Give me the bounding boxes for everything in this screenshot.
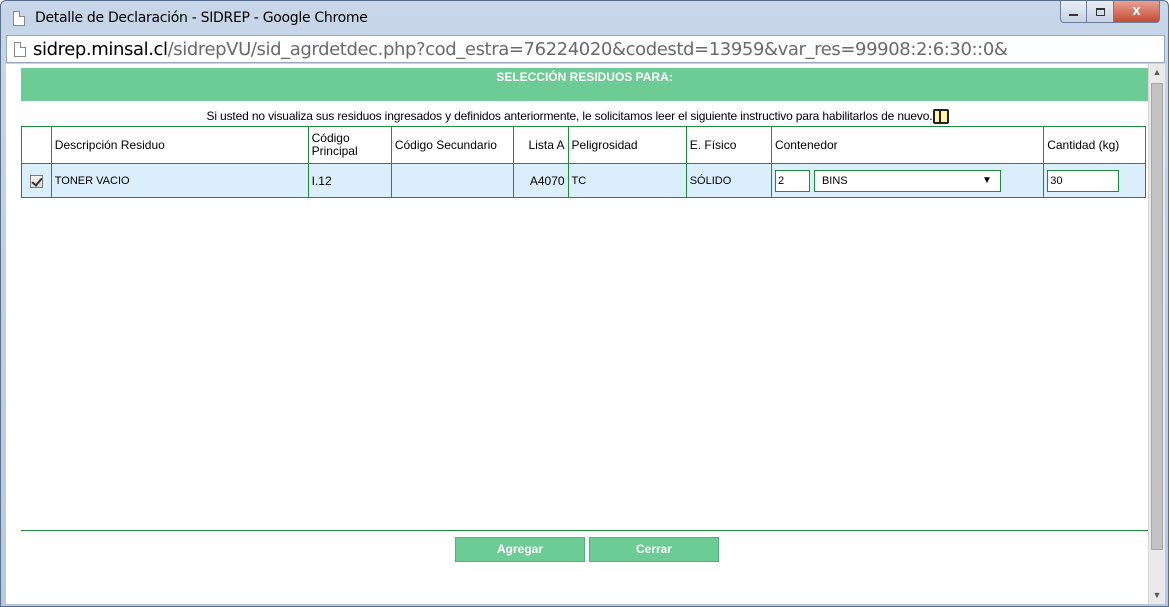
minimize-icon [1069, 13, 1078, 16]
col-estado-fisico: E. Físico [685, 126, 772, 164]
scrollbar-thumb[interactable] [1151, 83, 1163, 550]
vertical-scrollbar[interactable]: ▲ ▼ [1148, 64, 1165, 604]
row-checkbox[interactable] [29, 174, 43, 188]
url-path: /sidrepVU/sid_agrdetdec.php?cod_estra=76… [167, 39, 1008, 60]
cell-contenedor: BINS ▼ [770, 163, 1045, 198]
container-type-select[interactable]: BINS ▼ [813, 169, 1001, 192]
container-count-input[interactable] [774, 169, 810, 192]
dropdown-arrow-icon: ▼ [982, 174, 992, 186]
page-content: SELECCIÓN RESIDUOS PARA: Si usted no vis… [6, 64, 1148, 604]
cell-estado-fisico: SÓLIDO [685, 163, 772, 198]
cerrar-button[interactable]: Cerrar [589, 537, 719, 562]
cell-lista-a: A4070 [513, 163, 569, 198]
maximize-icon [1095, 7, 1105, 16]
table-row: TONER VACIO I.12 A4070 TC SÓLIDO BINS ▼ [21, 163, 1146, 198]
minimize-button[interactable] [1060, 1, 1087, 23]
close-window-button[interactable]: X [1114, 1, 1160, 23]
window-controls: X [1060, 1, 1160, 23]
table-header-row: Descripción Residuo Código Principal Cód… [21, 126, 1146, 164]
col-select [21, 126, 52, 164]
col-cantidad: Cantidad (kg) [1043, 126, 1146, 164]
col-peligrosidad: Peligrosidad [567, 126, 687, 164]
col-descripcion: Descripción Residuo [50, 126, 309, 164]
row-select-cell [21, 163, 52, 198]
cell-peligrosidad: TC [567, 163, 687, 198]
notice-text: Si usted no visualiza sus residuos ingre… [6, 108, 1148, 124]
book-icon[interactable] [933, 108, 950, 124]
url-text[interactable]: sidrep.minsal.cl/sidrepVU/sid_agrdetdec.… [33, 38, 1161, 62]
address-bar[interactable]: sidrep.minsal.cl/sidrepVU/sid_agrdetdec.… [6, 35, 1165, 63]
quantity-kg-input[interactable] [1047, 169, 1120, 192]
col-contenedor: Contenedor [770, 126, 1045, 164]
page-icon [14, 42, 26, 57]
col-lista-a: Lista A [513, 126, 569, 164]
section-header: SELECCIÓN RESIDUOS PARA: [21, 68, 1148, 101]
cell-descripcion: TONER VACIO [50, 163, 309, 198]
col-codigo-principal: Código Principal [307, 126, 392, 164]
cell-codigo-principal: I.12 [307, 163, 392, 198]
footer-actions: Agregar Cerrar [21, 530, 1148, 604]
section-title: SELECCIÓN RESIDUOS PARA: [496, 70, 673, 84]
page-icon [13, 11, 25, 26]
close-icon: X [1132, 5, 1141, 18]
cell-cantidad [1043, 163, 1146, 198]
notice-message: Si usted no visualiza sus residuos ingre… [206, 109, 933, 123]
residuos-table: Descripción Residuo Código Principal Cód… [21, 126, 1146, 198]
scroll-up-arrow-icon[interactable]: ▲ [1149, 64, 1165, 81]
title-bar[interactable]: Detalle de Declaración - SIDREP - Google… [1, 1, 1168, 35]
browser-window: Detalle de Declaración - SIDREP - Google… [0, 0, 1169, 607]
maximize-button[interactable] [1087, 1, 1114, 23]
container-type-value: BINS [821, 174, 848, 187]
cell-codigo-secundario [390, 163, 515, 198]
agregar-button[interactable]: Agregar [455, 537, 585, 562]
contenedor-controls: BINS ▼ [774, 169, 1040, 192]
window-title: Detalle de Declaración - SIDREP - Google… [35, 10, 368, 26]
col-codigo-secundario: Código Secundario [390, 126, 515, 164]
url-host: sidrep.minsal.cl [33, 39, 168, 60]
scroll-down-arrow-icon[interactable]: ▼ [1149, 587, 1165, 604]
page-viewport: SELECCIÓN RESIDUOS PARA: Si usted no vis… [6, 64, 1165, 604]
